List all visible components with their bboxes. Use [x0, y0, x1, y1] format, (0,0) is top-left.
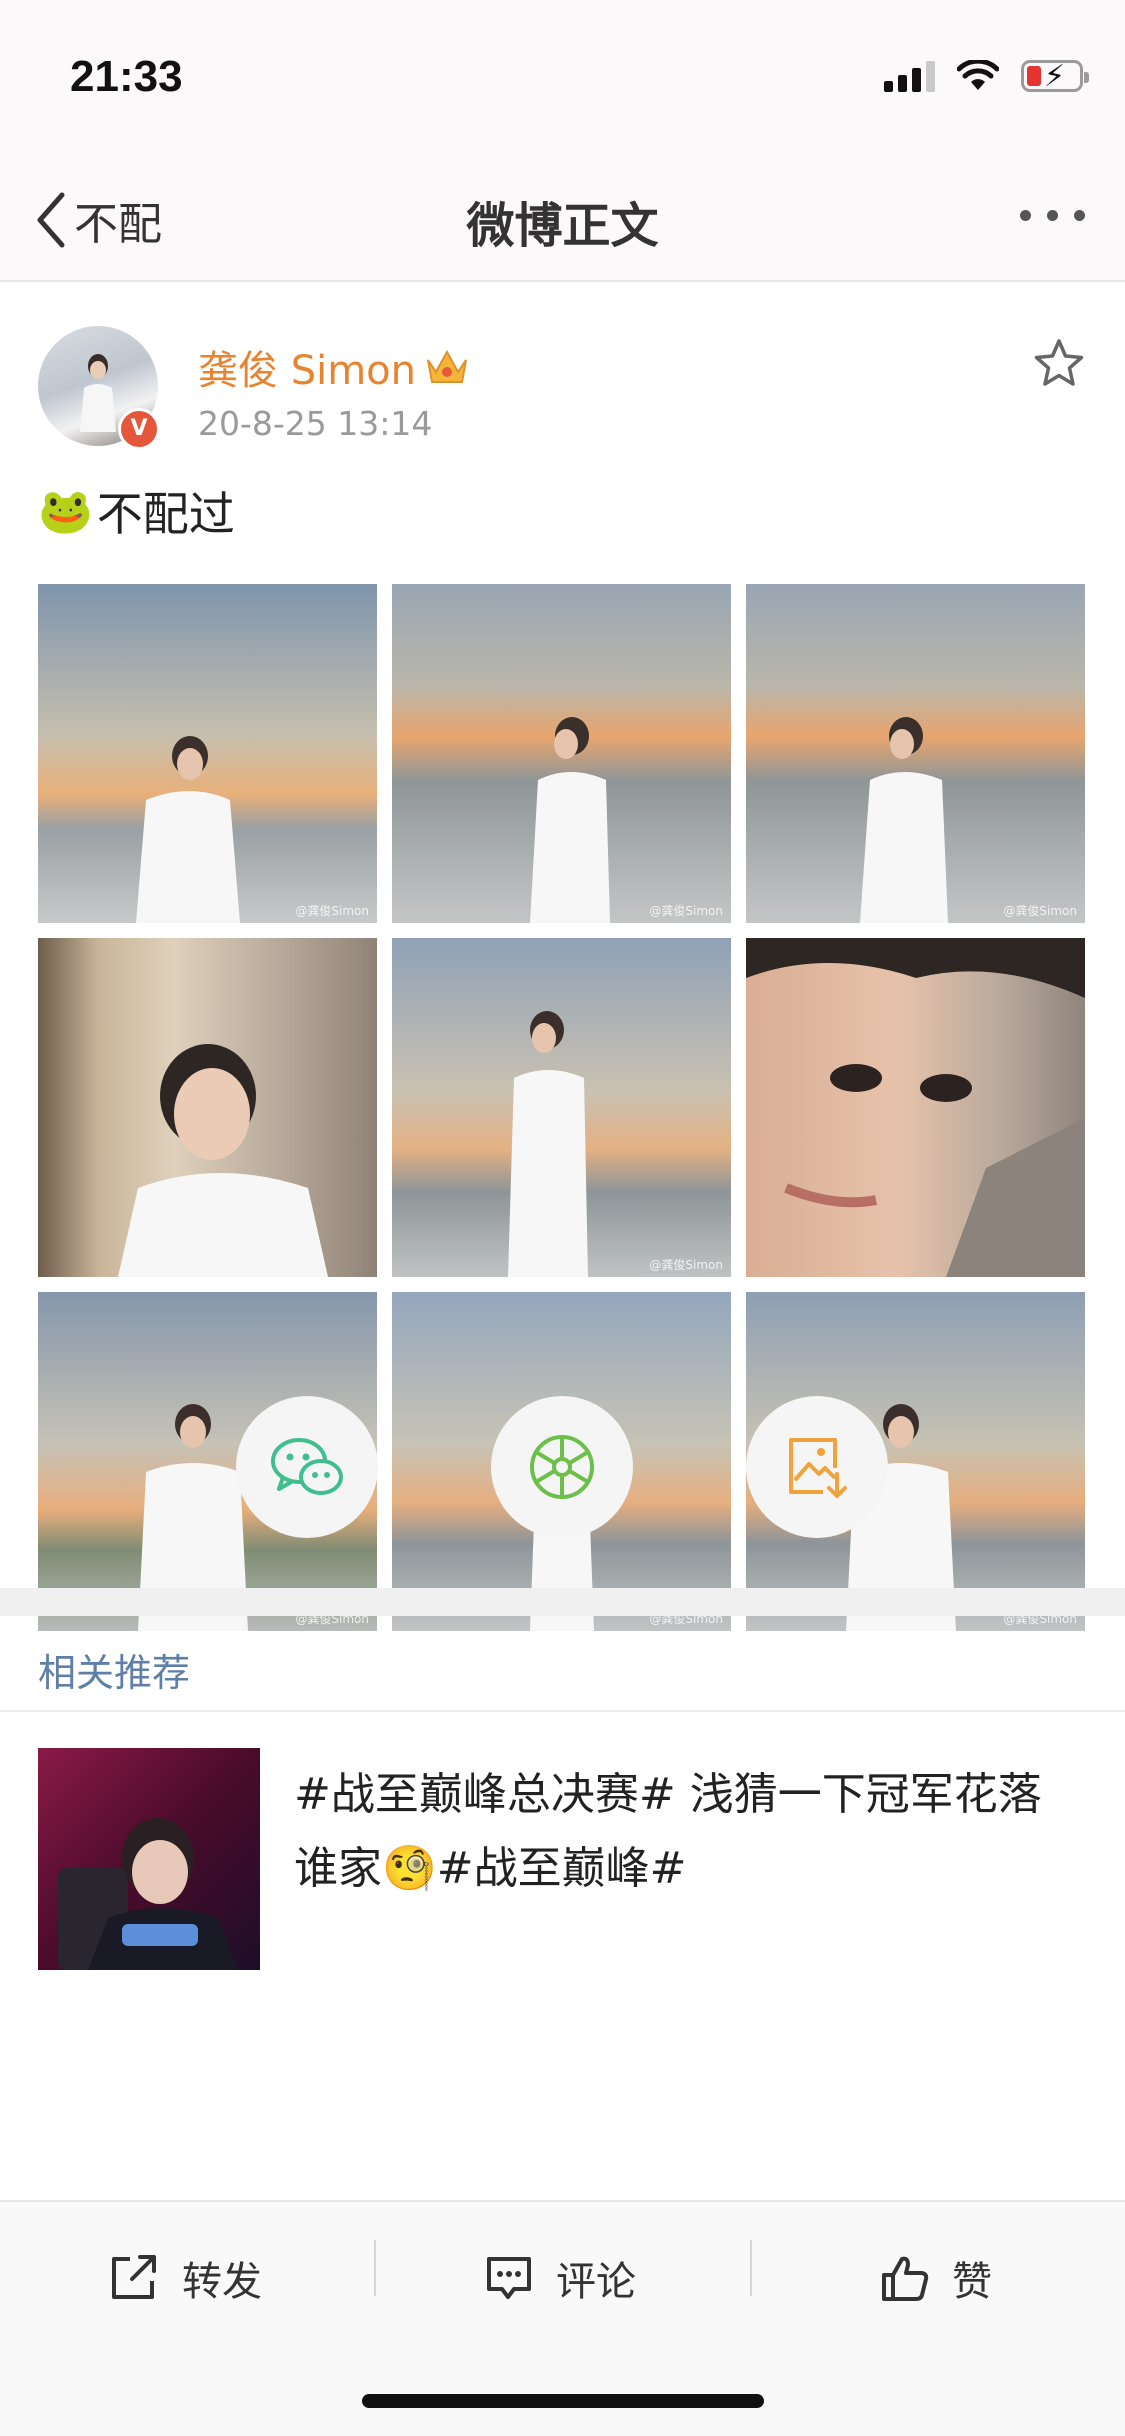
more-options-button[interactable] — [1020, 210, 1085, 221]
person-figure — [530, 717, 610, 923]
person-figure — [508, 1011, 588, 1277]
more-dot — [1020, 210, 1031, 221]
cellular-signal-icon — [884, 60, 935, 92]
related-thumbnail — [38, 1748, 260, 1970]
photo-5[interactable]: @龚俊Simon — [392, 938, 731, 1277]
moments-icon — [530, 1435, 594, 1499]
verified-badge: V — [118, 408, 160, 450]
photo-4[interactable] — [38, 938, 377, 1277]
more-dot — [1074, 210, 1085, 221]
avatar-figure — [80, 354, 116, 432]
action-divider — [374, 2240, 376, 2296]
home-indicator — [362, 2394, 764, 2408]
status-icons: ⚡ — [884, 59, 1089, 94]
thumbs-up-icon — [882, 2256, 929, 2301]
photo-2[interactable]: @龚俊Simon — [392, 584, 731, 923]
comment-label: 评论 — [556, 2259, 636, 2305]
status-time: 21:33 — [70, 52, 183, 101]
status-bar: 21:33 ⚡ — [0, 0, 1125, 150]
frog-emoji-icon: 🐸 — [38, 486, 93, 537]
person-figure — [118, 1044, 328, 1277]
photo-watermark: @龚俊Simon — [649, 904, 723, 918]
favorite-star-icon[interactable] — [1033, 338, 1085, 388]
repost-label: 转发 — [182, 2259, 262, 2305]
comment-icon — [487, 2257, 531, 2299]
share-row — [0, 1396, 1125, 1556]
photo-1[interactable]: @龚俊Simon — [38, 584, 377, 923]
related-item[interactable]: #战至巅峰总决赛# 浅猜一下冠军花落谁家🧐#战至巅峰# — [0, 1712, 1125, 2202]
related-title: 相关推荐 — [38, 1651, 191, 1695]
page-title: 微博正文 — [466, 198, 659, 254]
wechat-icon — [271, 1438, 343, 1495]
photo-watermark: @龚俊Simon — [295, 904, 369, 918]
section-divider — [0, 1588, 1125, 1616]
share-moments-button[interactable] — [491, 1396, 633, 1538]
person-figure — [136, 736, 240, 923]
author-name[interactable]: 龚俊 Simon — [198, 338, 470, 396]
share-wechat-button[interactable] — [236, 1396, 378, 1538]
post-text: 🐸 不配过 — [38, 478, 235, 544]
photo-watermark: @龚俊Simon — [1003, 904, 1077, 918]
photo-6[interactable] — [746, 938, 1085, 1277]
related-header: 相关推荐 — [0, 1616, 1125, 1712]
save-image-button[interactable] — [746, 1396, 888, 1538]
related-thumbnail-figure — [58, 1818, 238, 1970]
comment-button[interactable]: 评论 — [484, 2238, 636, 2318]
face-closeup — [746, 938, 1085, 1277]
person-figure — [860, 717, 948, 923]
action-divider — [750, 2240, 752, 2296]
author-name-text: 龚俊 Simon — [198, 348, 417, 394]
wifi-icon — [957, 60, 999, 90]
related-item-text: #战至巅峰总决赛# 浅猜一下冠军花落谁家🧐#战至巅峰# — [294, 1769, 1042, 1894]
save-image-icon — [789, 1438, 847, 1498]
repost-icon — [112, 2255, 156, 2299]
post-text-content: 不配过 — [96, 487, 235, 541]
like-label: 赞 — [952, 2259, 992, 2305]
photo-watermark: @龚俊Simon — [649, 1258, 723, 1272]
crown-icon — [427, 349, 467, 383]
battery-icon: ⚡ — [1021, 59, 1089, 94]
repost-button[interactable]: 转发 — [108, 2238, 262, 2318]
post-timestamp: 20-8-25 13:14 — [198, 404, 433, 443]
like-button[interactable]: 赞 — [880, 2238, 992, 2318]
more-dot — [1047, 210, 1058, 221]
photo-3[interactable]: @龚俊Simon — [746, 584, 1085, 923]
nav-bar: 不配 微博正文 — [0, 150, 1125, 282]
